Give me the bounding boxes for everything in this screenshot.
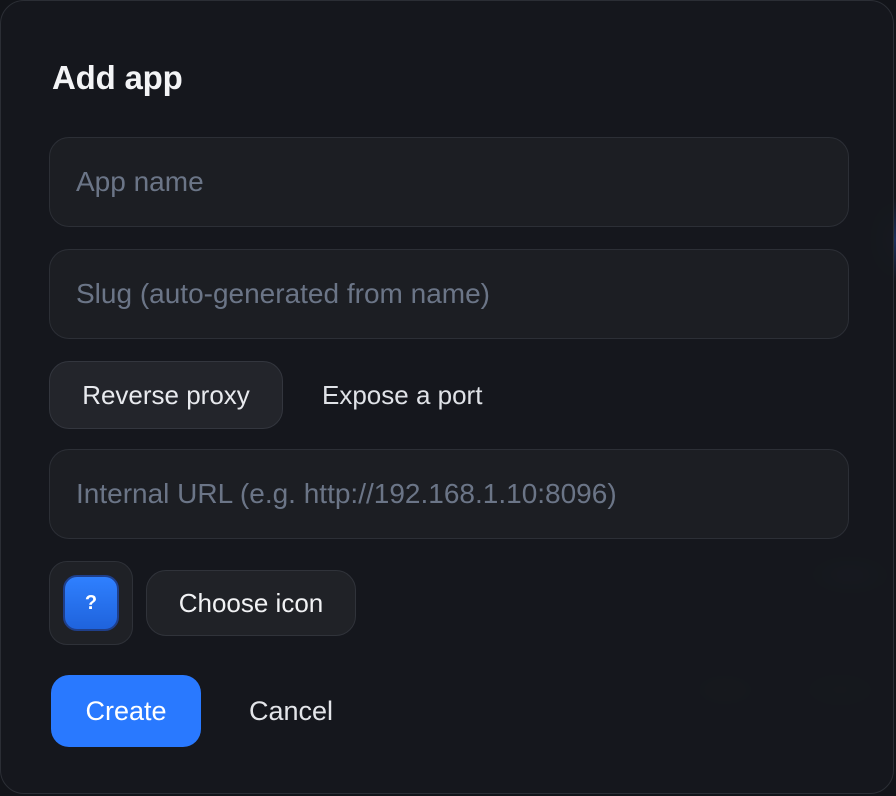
slug-input[interactable] — [49, 249, 849, 339]
create-button[interactable]: Create — [51, 675, 201, 747]
cancel-button[interactable]: Cancel — [249, 675, 333, 747]
question-mark-icon: ? — [63, 575, 119, 631]
app-name-input[interactable] — [49, 137, 849, 227]
mode-option-expose-port[interactable]: Expose a port — [322, 361, 482, 429]
dialog-title: Add app — [52, 59, 183, 96]
mode-option-reverse-proxy[interactable]: Reverse proxy — [49, 361, 283, 429]
icon-preview-well: ? — [49, 561, 133, 645]
mode-option-label: Reverse proxy — [82, 379, 250, 410]
add-app-dialog: Add app Reverse proxy Expose a port ? Ch… — [0, 0, 894, 794]
icon-preview-glyph: ? — [84, 591, 98, 614]
mode-option-label: Expose a port — [322, 379, 483, 410]
choose-icon-button[interactable]: Choose icon — [146, 570, 356, 636]
internal-url-input[interactable] — [49, 449, 849, 539]
